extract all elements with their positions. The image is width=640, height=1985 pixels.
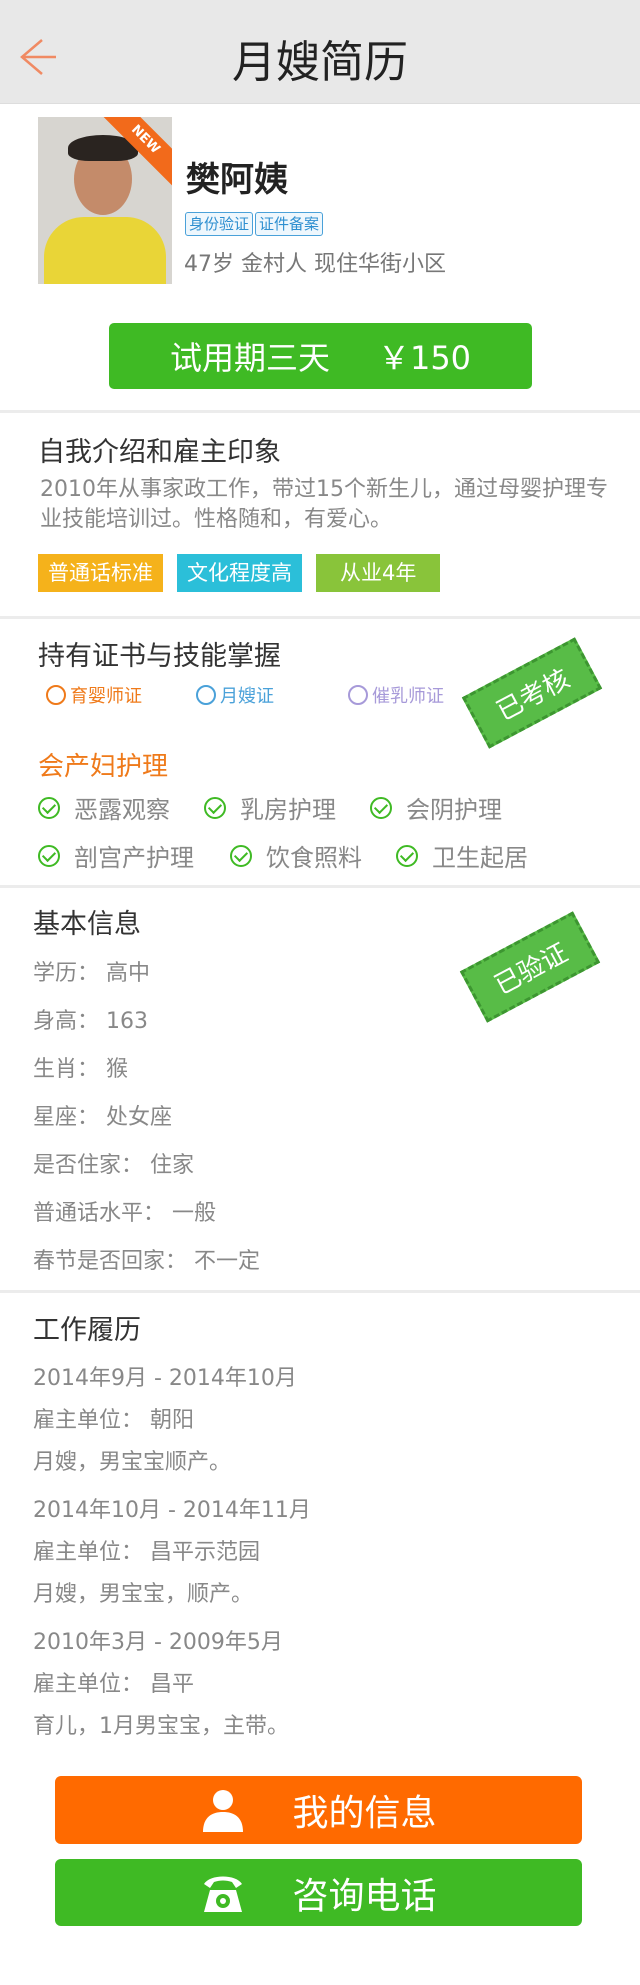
check-icon	[370, 796, 392, 819]
job-entry: 2010年3月 - 2009年5月 雇主单位： 昌平 育儿，1月男宝宝，主带。	[33, 1622, 289, 1748]
check-icon	[38, 844, 60, 867]
id-verified-badge: 身份验证	[185, 212, 254, 236]
cert-label: 催乳师证	[372, 686, 444, 707]
info-constellation: 星座： 处女座	[33, 1105, 172, 1130]
divider	[0, 616, 640, 619]
job-employer: 雇主单位： 昌平	[33, 1672, 194, 1697]
trial-price: ￥150	[377, 339, 472, 377]
info-height: 身高： 163	[33, 1009, 148, 1034]
job-period: 2014年10月 - 2014年11月	[33, 1498, 311, 1523]
job-note: 育儿，1月男宝宝，主带。	[33, 1714, 289, 1739]
trial-label: 试用期三天	[169, 339, 330, 377]
cert-maternity: 月嫂证	[196, 682, 274, 708]
skill-title: 会产妇护理	[38, 752, 169, 782]
job-employer: 雇主单位： 昌平示范园	[33, 1540, 260, 1565]
job-note: 月嫂，男宝宝，顺产。	[33, 1582, 254, 1607]
info-new-year: 春节是否回家： 不一定	[33, 1249, 260, 1274]
verified-stamp: 已验证	[459, 911, 601, 1023]
cert-lactation: 催乳师证	[348, 682, 444, 708]
job-period: 2014年9月 - 2014年10月	[33, 1366, 297, 1391]
check-icon	[230, 844, 252, 867]
basic-info-title: 基本信息	[33, 909, 141, 940]
tag-experience: 从业4年	[316, 554, 441, 592]
certs-title: 持有证书与技能掌握	[38, 641, 281, 672]
cert-label: 育婴师证	[70, 686, 142, 707]
divider	[0, 1290, 640, 1293]
phone-icon	[204, 1876, 243, 1912]
skill-item: 会阴护理	[370, 790, 502, 825]
divider	[0, 410, 640, 413]
profile-meta: 47岁 金村人 现住华街小区	[184, 252, 446, 277]
work-history-title: 工作履历	[33, 1315, 141, 1346]
info-mandarin: 普通话水平： 一般	[33, 1201, 216, 1226]
skill-item: 剖宫产护理	[38, 838, 194, 873]
my-info-button[interactable]: 我的信息	[55, 1776, 582, 1844]
consult-label: 咨询电话	[292, 1875, 437, 1917]
skill-item: 乳房护理	[204, 790, 336, 825]
tag-education: 文化程度高	[177, 554, 302, 592]
intro-title: 自我介绍和雇主印象	[38, 437, 281, 468]
avatar: NEW	[38, 117, 172, 284]
trial-button[interactable]: 试用期三天 ￥150	[109, 323, 532, 389]
verification-badges: 身份验证 证件备案	[185, 212, 324, 236]
job-entry: 2014年9月 - 2014年10月 雇主单位： 朝阳 月嫂，男宝宝顺产。	[33, 1358, 297, 1484]
intro-description: 2010年从事家政工作，带过15个新生儿，通过母婴护理专业技能培训过。性格随和，…	[40, 477, 608, 532]
check-icon	[396, 844, 418, 867]
job-note: 月嫂，男宝宝顺产。	[33, 1450, 232, 1475]
person-icon	[203, 1790, 244, 1832]
intro-tags: 普通话标准 文化程度高 从业4年	[38, 554, 441, 592]
maternity-cert-icon	[196, 685, 216, 705]
tag-mandarin: 普通话标准	[38, 554, 163, 592]
check-icon	[204, 796, 226, 819]
skill-item: 恶露观察	[38, 790, 170, 825]
info-zodiac: 生肖： 猴	[33, 1057, 128, 1082]
job-period: 2010年3月 - 2009年5月	[33, 1630, 283, 1655]
page-title: 月嫂简历	[232, 37, 408, 88]
certificate-filed-badge: 证件备案	[255, 212, 324, 236]
nursery-cert-icon	[46, 685, 66, 705]
consult-phone-button[interactable]: 咨询电话	[55, 1859, 582, 1926]
cert-label: 月嫂证	[220, 686, 274, 707]
caregiver-name: 樊阿姨	[186, 160, 288, 200]
job-entry: 2014年10月 - 2014年11月 雇主单位： 昌平示范园 月嫂，男宝宝，顺…	[33, 1490, 311, 1616]
cert-nursery: 育婴师证	[46, 682, 142, 708]
skill-item: 饮食照料	[230, 838, 362, 873]
check-icon	[38, 796, 60, 819]
skill-item: 卫生起居	[396, 838, 528, 873]
info-live-in: 是否住家： 住家	[33, 1153, 194, 1178]
lactation-cert-icon	[348, 685, 368, 705]
my-info-label: 我的信息	[292, 1793, 437, 1834]
job-employer: 雇主单位： 朝阳	[33, 1408, 194, 1433]
divider	[0, 885, 640, 888]
info-education: 学历： 高中	[33, 961, 150, 986]
top-bar: 月嫂简历	[0, 0, 640, 104]
assessed-stamp: 已考核	[461, 637, 603, 749]
